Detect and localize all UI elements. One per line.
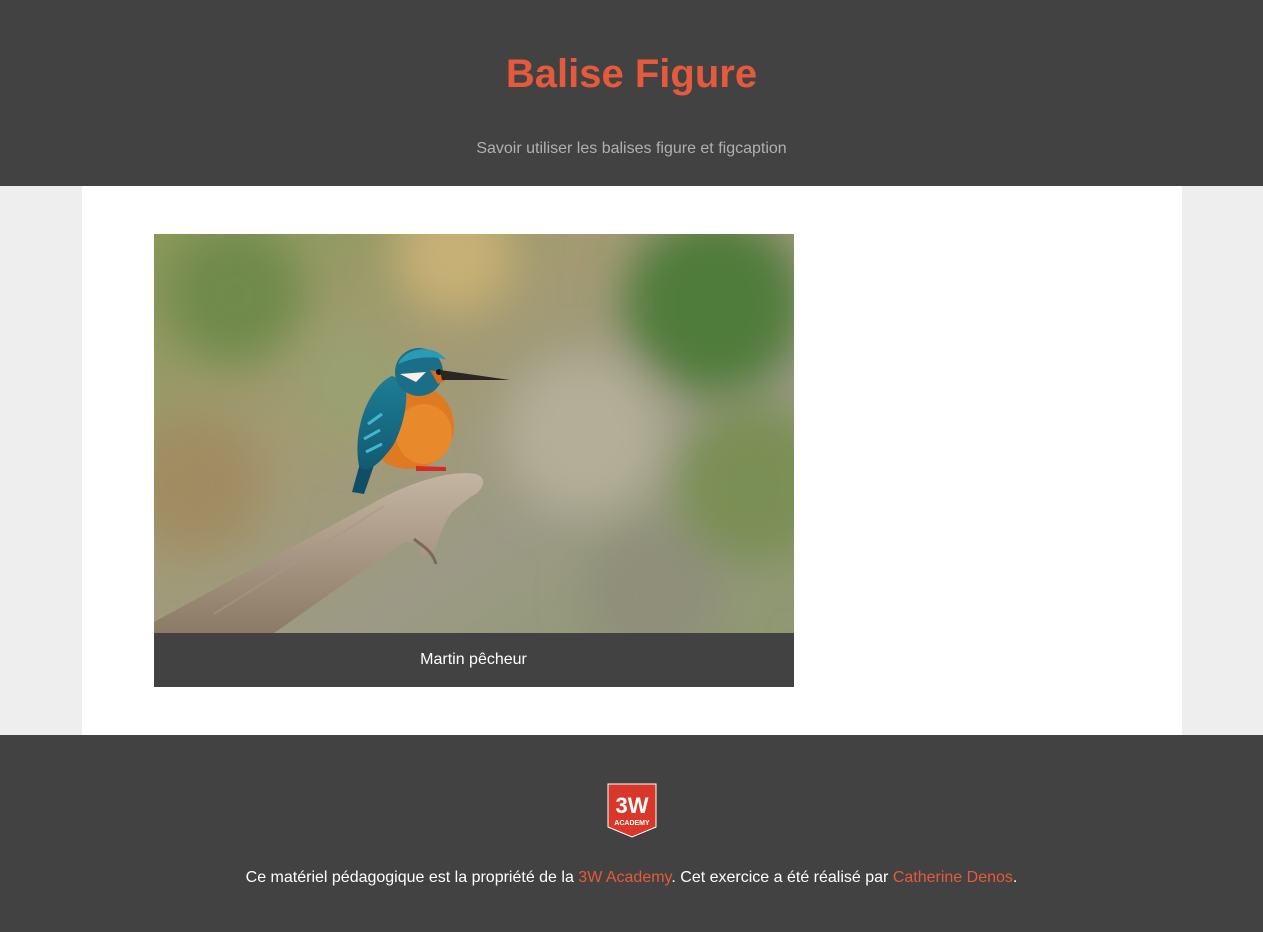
credits-text-end: . (1012, 869, 1018, 886)
footer-credits: Ce matériel pédagogique est la propriété… (0, 868, 1263, 888)
kingfisher-photo (153, 234, 794, 633)
academy-link[interactable]: 3W Academy (578, 869, 671, 886)
main-content: Martin pêcheur (81, 186, 1182, 735)
3w-academy-logo: 3W ACADEMY (607, 783, 656, 838)
page-footer: 3W ACADEMY Ce matériel pédagogique est l… (0, 735, 1263, 932)
author-link[interactable]: Catherine Denos (893, 869, 1013, 886)
page-header: Balise Figure Savoir utiliser les balise… (0, 0, 1263, 186)
page-subtitle: Savoir utiliser les balises figure et fi… (476, 140, 787, 157)
credits-text-start: Ce matériel pédagogique est la propriété… (245, 869, 579, 886)
page-title: Balise Figure (505, 52, 758, 96)
logo-subtext: ACADEMY (614, 820, 650, 827)
credits-text-middle: . Cet exercice a été réalisé par (671, 869, 893, 886)
figure: Martin pêcheur (153, 234, 794, 687)
logo-text: 3W (615, 793, 648, 818)
figure-caption: Martin pêcheur (153, 633, 794, 687)
